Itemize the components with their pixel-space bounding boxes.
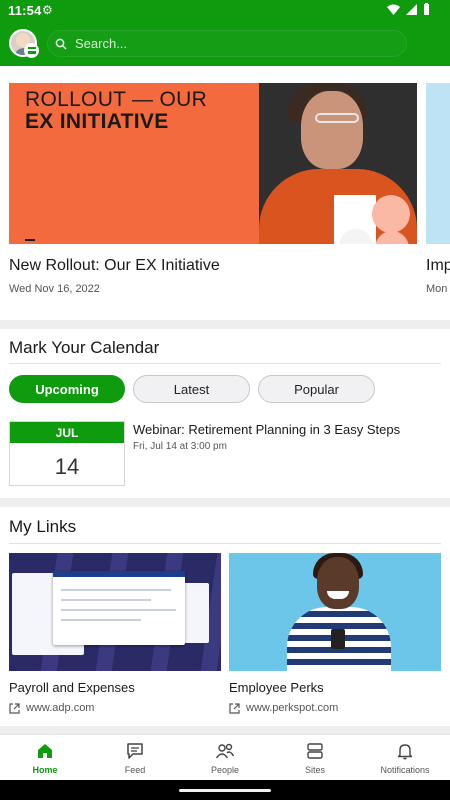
menu-icon[interactable] <box>24 43 39 58</box>
event-title[interactable]: Webinar: Retirement Planning in 3 Easy S… <box>133 422 400 437</box>
banner-line-2: EX INITIATIVE <box>25 110 169 133</box>
section-divider <box>0 726 450 734</box>
sites-icon <box>307 743 323 759</box>
status-time: 11:54 <box>8 3 42 18</box>
news-card-date-next: Mon <box>426 283 448 295</box>
nav-sites[interactable]: Sites <box>270 735 360 780</box>
perks-link-image[interactable] <box>229 553 441 671</box>
nav-people[interactable]: People <box>180 735 270 780</box>
search-input[interactable] <box>75 36 375 51</box>
settings-gear-icon: ⚙ <box>42 3 53 17</box>
bottom-navigation: Home Feed People Sites Notifications <box>0 734 450 780</box>
tab-upcoming[interactable]: Upcoming <box>9 375 125 403</box>
nav-notifications[interactable]: Notifications <box>360 735 450 780</box>
event-day: 14 <box>54 454 80 479</box>
link-title[interactable]: Payroll and Expenses <box>9 680 221 695</box>
news-banner-image[interactable]: ROLLOUT — OUR EX INITIATIVE <box>9 83 417 244</box>
section-rule <box>9 543 441 544</box>
event-date-tile: JUL 14 <box>9 421 125 486</box>
nav-label: Feed <box>124 765 146 775</box>
news-card-title-next[interactable]: Imp <box>426 257 450 275</box>
banner-headline: ROLLOUT — OUR EX INITIATIVE <box>25 89 207 133</box>
link-url[interactable]: www.perkspot.com <box>229 702 441 714</box>
links-section-title: My Links <box>9 517 77 536</box>
search-bar[interactable] <box>47 30 407 57</box>
news-card-title[interactable]: New Rollout: Our EX Initiative <box>9 257 417 275</box>
section-divider <box>0 320 450 329</box>
nav-label: Notifications <box>380 765 430 775</box>
people-icon <box>215 743 235 759</box>
payroll-link-image[interactable] <box>9 553 221 671</box>
event-time: Fri, Jul 14 at 3:00 pm <box>133 441 227 452</box>
event-month: JUL <box>10 422 124 443</box>
news-banner-image-next[interactable] <box>426 83 450 244</box>
tab-popular[interactable]: Popular <box>258 375 375 403</box>
link-card-perks[interactable]: Employee Perks www.perkspot.com <box>229 553 441 714</box>
calendar-section-title: Mark Your Calendar <box>9 338 160 357</box>
app-header: 11:54 ⚙ <box>0 0 450 66</box>
home-icon <box>38 744 52 758</box>
banner-dash <box>25 239 35 241</box>
news-carousel[interactable]: ROLLOUT — OUR EX INITIATIVE New Rollout:… <box>0 66 450 320</box>
battery-icon <box>424 3 429 15</box>
signal-icon <box>406 3 417 15</box>
external-link-icon <box>9 702 20 714</box>
wifi-icon <box>387 4 400 15</box>
chat-icon <box>127 743 143 759</box>
news-card-next[interactable]: Imp Mon <box>426 83 450 295</box>
gesture-bar <box>0 780 450 800</box>
nav-label: Home <box>32 765 58 775</box>
status-bar: 11:54 ⚙ <box>0 0 450 22</box>
home-content[interactable]: ROLLOUT — OUR EX INITIATIVE New Rollout:… <box>0 66 450 734</box>
link-card-payroll[interactable]: Payroll and Expenses www.adp.com <box>9 553 221 714</box>
nav-feed[interactable]: Feed <box>90 735 180 780</box>
news-card[interactable]: ROLLOUT — OUR EX INITIATIVE New Rollout:… <box>9 83 417 295</box>
link-url[interactable]: www.adp.com <box>9 702 221 714</box>
tab-latest[interactable]: Latest <box>133 375 250 403</box>
event-item[interactable]: JUL 14 Webinar: Retirement Planning in 3… <box>9 421 441 487</box>
link-title[interactable]: Employee Perks <box>229 680 441 695</box>
banner-line-1: ROLLOUT — OUR <box>25 88 208 111</box>
search-icon <box>55 38 67 50</box>
banner-shape <box>372 195 410 233</box>
news-card-date: Wed Nov 16, 2022 <box>9 283 100 295</box>
link-url-text: www.adp.com <box>26 702 95 714</box>
nav-label: People <box>210 765 240 775</box>
link-url-text: www.perkspot.com <box>246 702 339 714</box>
external-link-icon <box>229 702 240 714</box>
section-divider <box>0 498 450 507</box>
section-rule <box>9 363 441 364</box>
nav-label: Sites <box>304 765 325 775</box>
nav-home[interactable]: Home <box>0 735 90 780</box>
bell-icon <box>397 744 413 760</box>
status-icons <box>387 3 430 15</box>
home-indicator[interactable] <box>179 789 271 792</box>
